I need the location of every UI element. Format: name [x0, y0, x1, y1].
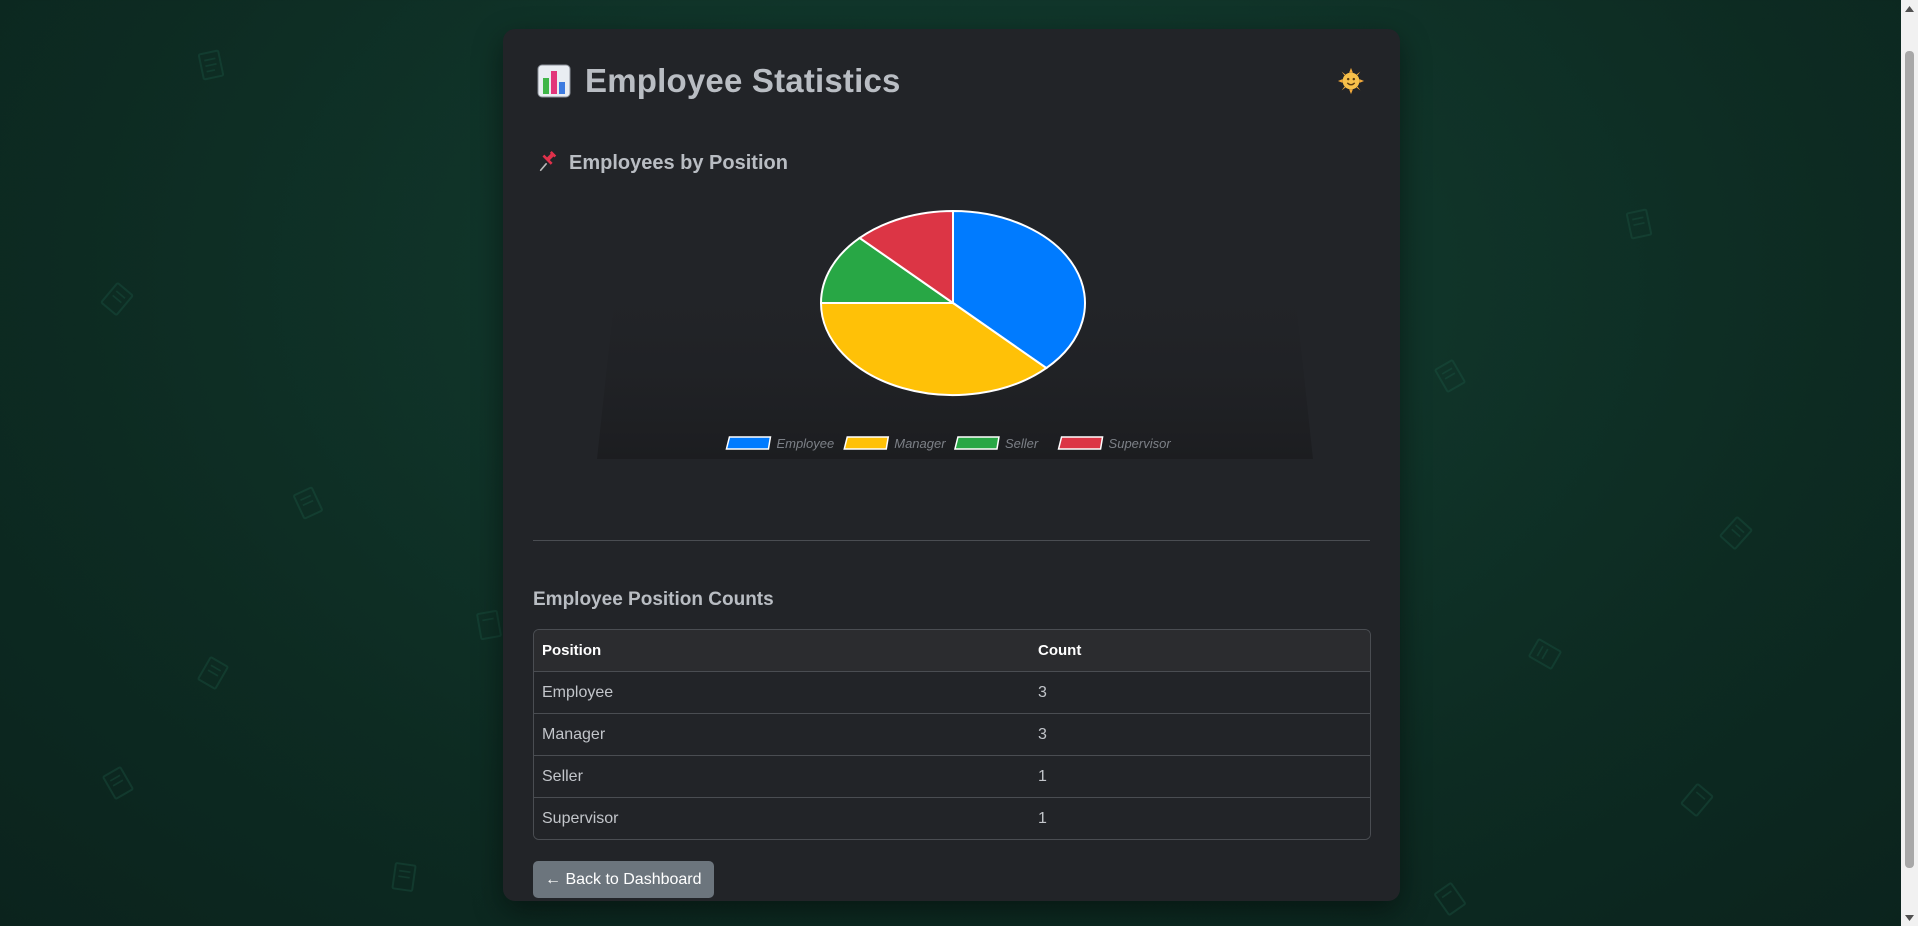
background-notebook-icon: [1712, 509, 1760, 557]
theme-toggle-button[interactable]: [1336, 66, 1366, 96]
sun-face-icon: [1337, 67, 1365, 95]
legend-item-seller[interactable]: Seller: [953, 436, 1039, 451]
back-to-dashboard-button[interactable]: ← Back to Dashboard: [533, 861, 714, 898]
legend-label: Seller: [1005, 436, 1039, 451]
background-notebook-icon: [1673, 776, 1721, 824]
background-notebook-icon: [1427, 353, 1473, 399]
background-notebook-icon: [191, 45, 231, 85]
column-header-count: Count: [1030, 630, 1370, 672]
chart-section-title: Employees by Position: [569, 151, 788, 174]
table-header-row: Position Count: [534, 630, 1370, 672]
cell-position: Manager: [534, 713, 1030, 756]
cell-count: 1: [1030, 797, 1370, 839]
table-row: Employee 3: [534, 671, 1370, 714]
legend-label: Employee: [776, 436, 834, 451]
pie-slices: [819, 209, 1086, 396]
scrollbar-thumb[interactable]: [1905, 51, 1914, 868]
table-row: Supervisor 1: [534, 797, 1370, 839]
cell-position: Supervisor: [534, 797, 1030, 839]
cell-count: 3: [1030, 713, 1370, 756]
title-wrap: Employee Statistics: [537, 62, 901, 100]
card-header: Employee Statistics: [537, 61, 1366, 101]
scroll-down-arrow-icon[interactable]: [1901, 909, 1918, 926]
background-notebook-icon: [190, 650, 236, 696]
table-row: Manager 3: [534, 713, 1370, 756]
pie-chart-svg: Employee Manager Seller Supervisor: [597, 209, 1313, 459]
cell-count: 3: [1030, 671, 1370, 714]
background-notebook-icon: [1619, 204, 1659, 244]
table-row: Seller 1: [534, 755, 1370, 798]
background-notebook-icon: [93, 275, 141, 323]
table-title: Employee Position Counts: [533, 589, 774, 610]
section-divider: [533, 540, 1370, 541]
bar-chart-icon: [537, 64, 571, 98]
cell-count: 1: [1030, 755, 1370, 798]
legend-item-supervisor[interactable]: Supervisor: [1057, 436, 1172, 451]
legend-label: Manager: [894, 436, 946, 451]
legend-swatch: [725, 436, 772, 450]
vertical-scrollbar[interactable]: [1901, 0, 1918, 926]
background-notebook-icon: [385, 858, 423, 896]
legend-item-manager[interactable]: Manager: [843, 436, 946, 451]
position-counts-table: Position Count Employee 3 Manager 3 Sell…: [533, 629, 1371, 840]
background-notebook-icon: [1522, 631, 1568, 677]
background-notebook-icon: [1426, 875, 1473, 922]
column-header-position: Position: [534, 630, 1030, 672]
background-notebook-icon: [285, 480, 330, 525]
pushpin-icon: [537, 151, 561, 175]
cell-position: Employee: [534, 671, 1030, 714]
pie-chart: Employee Manager Seller Supervisor: [537, 204, 1367, 474]
legend-label: Supervisor: [1109, 436, 1172, 451]
scroll-up-arrow-icon[interactable]: [1901, 0, 1918, 17]
chart-section-header: Employees by Position: [537, 151, 788, 175]
legend-swatch: [953, 436, 1000, 450]
legend-item-employee[interactable]: Employee: [725, 436, 834, 451]
cell-position: Seller: [534, 755, 1030, 798]
page-title: Employee Statistics: [585, 62, 901, 99]
statistics-card: Employee Statistics Employees by Positio…: [503, 29, 1400, 901]
background-notebook-icon: [95, 760, 141, 806]
legend-swatch: [1057, 436, 1104, 450]
legend-swatch: [843, 436, 890, 450]
